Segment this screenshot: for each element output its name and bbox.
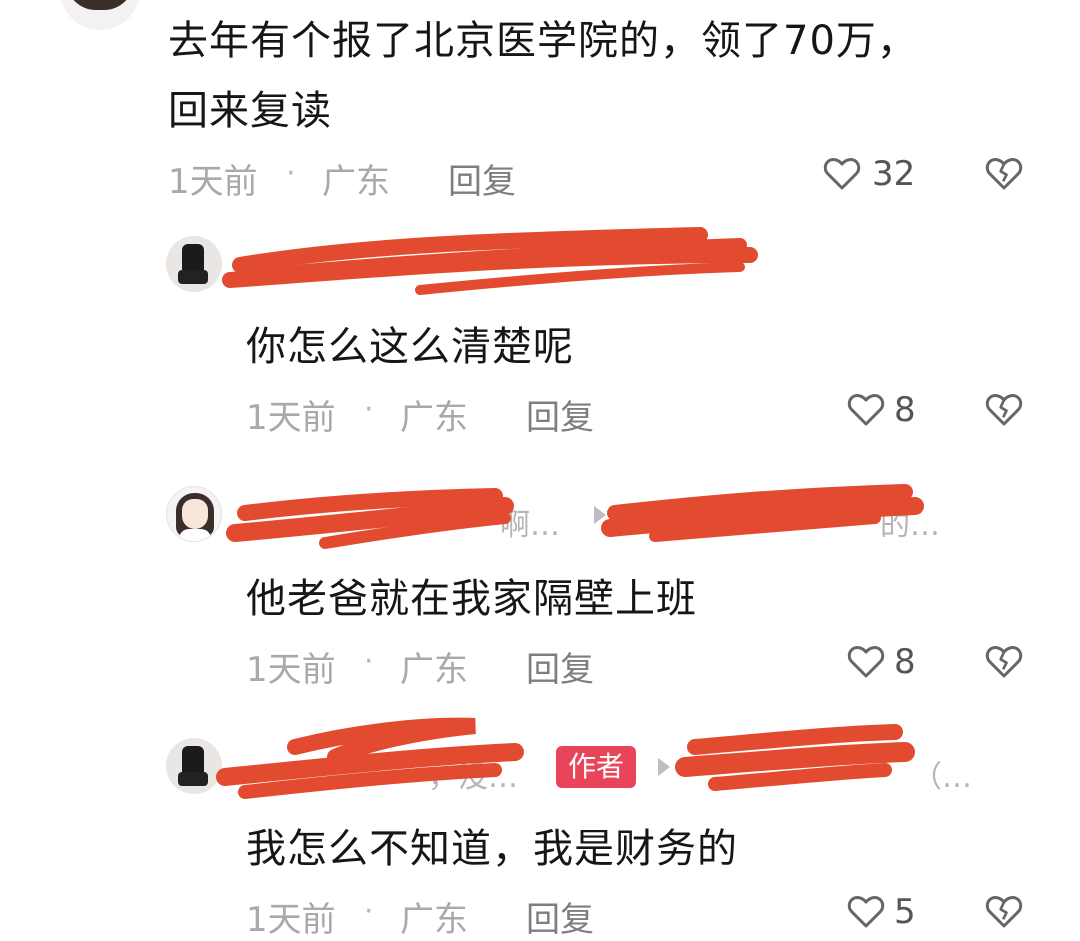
avatar[interactable] (60, 0, 140, 30)
comment-text: 你怎么这么清楚呢 (246, 324, 574, 370)
meta-separator: · (286, 156, 296, 191)
heart-outline-icon[interactable] (846, 390, 888, 430)
reply-button[interactable]: 回复 (526, 390, 594, 439)
avatar[interactable] (166, 236, 222, 292)
redaction-mark (216, 717, 915, 799)
avatar-face (182, 499, 208, 529)
like-count: 5 (894, 892, 916, 932)
comment-text: 去年有个报了北京医学院的，领了70万， (168, 18, 918, 64)
comment-text: 他老爸就在我家隔壁上班 (246, 576, 697, 622)
broken-heart-icon[interactable] (984, 892, 1026, 932)
avatar[interactable] (166, 486, 222, 542)
like-count: 8 (894, 390, 916, 430)
comment-time: 1天前 (246, 900, 336, 940)
comment-location: 广东 (322, 162, 390, 202)
redaction-mark (222, 227, 758, 295)
comment-text-line2: 回来复读 (168, 88, 332, 134)
comment-location: 广东 (400, 900, 468, 940)
avatar-figure-base (178, 270, 208, 284)
heart-outline-icon[interactable] (846, 892, 888, 932)
reply-button[interactable]: 回复 (526, 892, 594, 941)
comment-text: 我怎么不知道，我是财务的 (246, 826, 738, 872)
avatar[interactable] (166, 738, 222, 794)
comment-location: 广东 (400, 650, 468, 690)
meta-separator: · (364, 894, 374, 929)
like-count: 8 (894, 642, 916, 682)
avatar-hair (66, 0, 134, 10)
comment-location: 广东 (400, 398, 468, 438)
reply-to-name[interactable]: （… (912, 752, 972, 796)
broken-heart-icon[interactable] (984, 642, 1026, 682)
redaction-mark (226, 484, 924, 549)
avatar-body (179, 529, 211, 541)
meta-separator: · (364, 644, 374, 679)
heart-outline-icon[interactable] (846, 642, 888, 682)
comment-time: 1天前 (168, 162, 258, 202)
comment-time: 1天前 (246, 650, 336, 690)
reply-button[interactable]: 回复 (448, 154, 516, 203)
avatar-figure-base (178, 772, 208, 786)
broken-heart-icon[interactable] (984, 390, 1026, 430)
meta-separator: · (364, 392, 374, 427)
like-count: 32 (872, 154, 916, 194)
comment-time: 1天前 (246, 398, 336, 438)
broken-heart-icon[interactable] (984, 154, 1026, 194)
heart-outline-icon[interactable] (822, 154, 864, 194)
reply-button[interactable]: 回复 (526, 642, 594, 691)
